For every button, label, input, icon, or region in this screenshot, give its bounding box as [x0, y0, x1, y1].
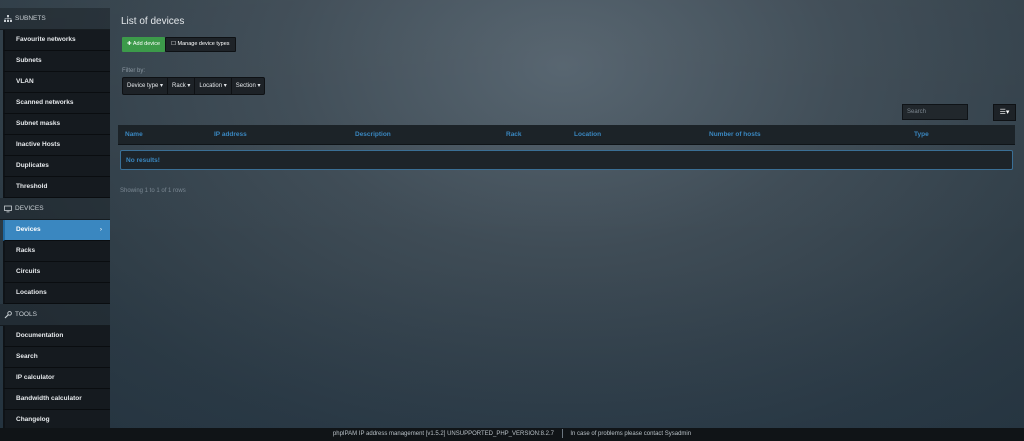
sidebar-item-label: VLAN [16, 78, 34, 85]
section-title: TOOLS [15, 311, 37, 318]
sidebar-item-label: Threshold [16, 183, 48, 190]
section-header-devices: DEVICES [0, 198, 110, 220]
sidebar-item-documentation[interactable]: Documentation [3, 326, 110, 347]
section-header-tools: TOOLS [0, 304, 110, 326]
sidebar-item-label: Favourite networks [16, 36, 76, 43]
sidebar-item-label: Subnet masks [16, 120, 61, 127]
section-header-subnets: SUBNETS [0, 8, 110, 30]
sidebar-item-threshold[interactable]: Threshold [3, 177, 110, 198]
column-header-location[interactable]: Location [574, 125, 601, 144]
sidebar-item-ip-calculator[interactable]: IP calculator [3, 368, 110, 389]
filter-device-type-dropdown[interactable]: Device type ▾ [123, 78, 169, 94]
chevron-right-icon: › [99, 226, 102, 233]
sidebar: SUBNETS Favourite networks Subnets VLAN … [0, 8, 110, 431]
filter-rack-dropdown[interactable]: Rack ▾ [168, 78, 196, 94]
filter-label-text: Section [235, 83, 256, 89]
list-icon: ☰▾ [999, 109, 1010, 116]
sidebar-item-circuits[interactable]: Circuits [3, 262, 110, 283]
sidebar-item-label: Devices [16, 226, 41, 233]
column-header-number-of-hosts[interactable]: Number of hosts [709, 125, 761, 144]
section-title: SUBNETS [15, 15, 46, 22]
footer: phpIPAM IP address management [v1.5.2] U… [0, 428, 1024, 441]
footer-version: phpIPAM IP address management [v1.5.2] U… [332, 431, 555, 437]
sidebar-item-label: Locations [16, 289, 47, 296]
sidebar-item-label: Inactive Hosts [16, 141, 61, 148]
caret-down-icon: ▾ [185, 83, 191, 89]
footer-divider [561, 428, 563, 438]
main-content: List of devices ✚ Add device ☐ Manage de… [110, 8, 1024, 428]
search-input[interactable]: Search [902, 104, 968, 120]
sitemap-icon [4, 14, 12, 23]
sidebar-item-devices[interactable]: Devices › [3, 220, 110, 241]
caret-down-icon: ▾ [255, 83, 261, 89]
toolbar: ✚ Add device ☐ Manage device types [122, 37, 236, 52]
sidebar-item-label: Documentation [16, 332, 64, 339]
manage-types-label: Manage device types [177, 41, 230, 47]
sidebar-item-duplicates[interactable]: Duplicates [3, 156, 110, 177]
filter-button-group: Device type ▾ Rack ▾ Location ▾ Section … [122, 77, 266, 95]
sidebar-item-label: IP calculator [16, 374, 55, 381]
no-results-row: No results! [120, 150, 1013, 170]
desktop-icon [4, 205, 12, 213]
sidebar-item-label: Changelog [16, 416, 50, 423]
column-header-ip-address[interactable]: IP address [214, 125, 247, 144]
sidebar-item-scanned-networks[interactable]: Scanned networks [3, 93, 110, 114]
filter-label-text: Rack [172, 83, 186, 89]
add-device-button[interactable]: ✚ Add device [122, 37, 166, 52]
columns-toggle-button[interactable]: ☰▾ [993, 104, 1016, 121]
sidebar-item-label: Circuits [16, 268, 41, 275]
sidebar-item-vlan[interactable]: VLAN [3, 72, 110, 93]
column-header-type[interactable]: Type [914, 125, 929, 144]
wrench-icon [4, 310, 12, 319]
column-header-rack[interactable]: Rack [506, 125, 522, 144]
column-header-name[interactable]: Name [125, 125, 143, 144]
caret-down-icon: ▾ [222, 83, 227, 89]
footer-contact: In case of problems please contact Sysad… [570, 431, 692, 437]
filter-label-text: Device type [127, 83, 159, 89]
sidebar-item-label: Bandwidth calculator [16, 395, 82, 402]
table-header: Name IP address Description Rack Locatio… [118, 125, 1015, 145]
section-title: DEVICES [15, 205, 44, 212]
sidebar-item-favourite-networks[interactable]: Favourite networks [3, 30, 110, 51]
sidebar-item-inactive-hosts[interactable]: Inactive Hosts [3, 135, 110, 156]
sidebar-item-subnet-masks[interactable]: Subnet masks [3, 114, 110, 135]
page-title: List of devices [121, 16, 185, 27]
sidebar-item-subnets[interactable]: Subnets [3, 51, 110, 72]
column-header-description[interactable]: Description [355, 125, 391, 144]
sidebar-item-locations[interactable]: Locations [3, 283, 110, 304]
sidebar-item-label: Duplicates [16, 162, 49, 169]
sidebar-item-bandwidth-calculator[interactable]: Bandwidth calculator [3, 389, 110, 410]
filter-section-dropdown[interactable]: Section ▾ [232, 78, 265, 94]
pagination-info: Showing 1 to 1 of 1 rows [120, 188, 186, 194]
filter-label-text: Location [199, 83, 223, 89]
caret-down-icon: ▾ [158, 83, 164, 89]
sidebar-item-label: Search [16, 353, 38, 360]
filter-label: Filter by: [122, 68, 146, 74]
sidebar-item-label: Scanned networks [16, 99, 74, 106]
manage-device-types-button[interactable]: ☐ Manage device types [165, 37, 236, 52]
sidebar-item-racks[interactable]: Racks [3, 241, 110, 262]
sidebar-item-label: Racks [16, 247, 36, 254]
add-device-label: Add device [132, 41, 161, 47]
filter-location-dropdown[interactable]: Location ▾ [195, 78, 232, 94]
sidebar-item-search[interactable]: Search [3, 347, 110, 368]
sidebar-item-label: Subnets [16, 57, 42, 64]
